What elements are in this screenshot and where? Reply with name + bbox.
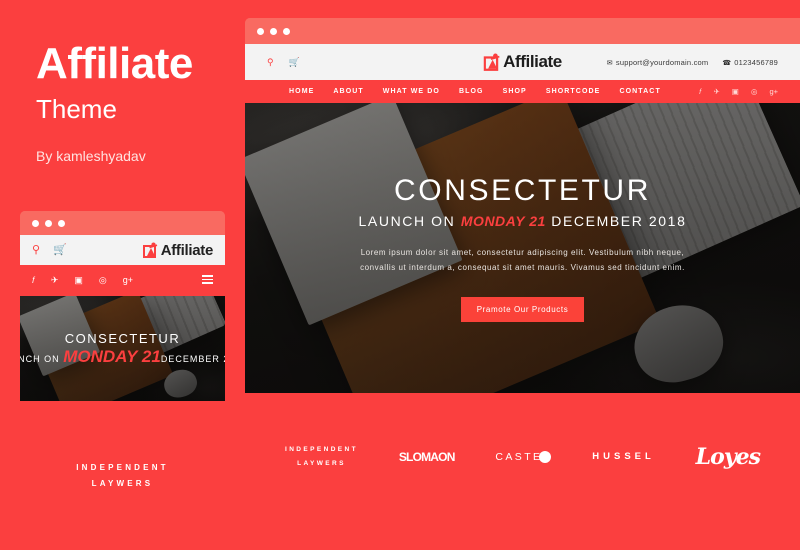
nav-item-contact[interactable]: CONTACT <box>619 88 660 95</box>
google-plus-icon[interactable]: g+ <box>769 88 778 96</box>
search-icon[interactable]: ⚲ <box>32 244 40 256</box>
client-logo-loyes[interactable]: Loyes <box>696 444 761 470</box>
dribbble-icon[interactable]: ◎ <box>751 88 758 96</box>
cart-icon[interactable]: 🛒 <box>289 57 300 67</box>
mobile-social-bar: 𝑓 ✈ ▣ ◎ g+ <box>20 265 225 296</box>
desktop-topbar: ⚲ 🛒 Affiliate ✉ support@yourdomain.com ☎ 0… <box>245 44 800 80</box>
client-logo-line-1: INDEPENDENT <box>285 445 358 453</box>
twitter-icon[interactable]: ✈ <box>714 88 720 96</box>
mobile-logo[interactable]: Affiliate <box>142 241 214 259</box>
window-close-dot-icon[interactable] <box>32 219 39 227</box>
client-logo-slomaon[interactable]: SLOMAON <box>399 450 456 464</box>
desktop-viewport: ⚲ 🛒 Affiliate ✉ support@yourdomain.com ☎ 0… <box>245 44 800 550</box>
window-maximize-dot-icon[interactable] <box>283 27 290 35</box>
google-plus-icon[interactable]: g+ <box>123 276 133 285</box>
promo-author: By kamleshyadav <box>36 148 146 164</box>
twitter-icon[interactable]: ✈ <box>51 276 59 285</box>
mobile-clients-section: INDEPENDENT LAYWERS <box>20 401 225 550</box>
window-maximize-dot-icon[interactable] <box>58 219 65 227</box>
contact-phone-text: 0123456789 <box>734 57 778 67</box>
client-logos-section: INDEPENDENT LAYWERS SLOMAON CASTE HUSSEL… <box>245 393 800 550</box>
nav-item-home[interactable]: HOME <box>289 88 314 95</box>
nav-item-what-we-do[interactable]: WHAT WE DO <box>383 88 440 95</box>
hero-paragraph: Lorem ipsum dolor sit amet, consectetur … <box>360 248 685 272</box>
hero-sub-highlight: MONDAY 21 <box>460 213 546 230</box>
desktop-main-nav: HOME ABOUT WHAT WE DO BLOG SHOP SHORTCOD… <box>245 80 800 103</box>
hamburger-menu-icon[interactable] <box>202 275 213 286</box>
castel-dot-icon <box>539 450 552 463</box>
contact-email[interactable]: ✉ support@yourdomain.com <box>607 58 709 67</box>
mobile-hero: CONSECTETUR LAUNCH ON MONDAY 21DECEMBER … <box>20 296 225 401</box>
cart-icon[interactable]: 🛒 <box>53 244 67 256</box>
hero-heading: CONSECTETUR <box>394 174 651 208</box>
hero-subheading: LAUNCH ON MONDAY 21 DECEMBER 2018 <box>359 213 687 229</box>
nav-item-blog[interactable]: BLOG <box>459 88 484 95</box>
promote-products-button[interactable]: Pramote Our Products <box>460 296 585 322</box>
client-logo-castel[interactable]: CASTE <box>495 450 552 463</box>
contact-email-text: support@yourdomain.com <box>615 57 709 67</box>
client-logo-line-2: LAYWERS <box>297 459 346 467</box>
screenshot-canvas: Affiliate Theme By kamleshyadav ⚲ 🛒 Affi… <box>0 0 800 550</box>
topbar-utility-icons: ⚲ 🛒 <box>267 57 300 67</box>
mobile-logo-text: Affiliate <box>160 241 214 259</box>
hero-section: CONSECTETUR LAUNCH ON MONDAY 21 DECEMBER… <box>245 103 800 393</box>
client-logo-castel-text: CASTE <box>495 450 543 463</box>
facebook-icon[interactable]: 𝑓 <box>699 88 701 96</box>
contact-phone[interactable]: ☎ 0123456789 <box>722 58 778 67</box>
vimeo-icon[interactable]: ▣ <box>732 88 739 96</box>
affiliate-person-icon <box>483 53 500 71</box>
nav-item-about[interactable]: ABOUT <box>333 88 363 95</box>
hero-sub-pre: LAUNCH ON <box>358 213 461 230</box>
client-logo-hussel[interactable]: HUSSEL <box>592 451 655 462</box>
promo-subtitle: Theme <box>36 94 117 124</box>
desktop-browser-chrome <box>245 18 800 44</box>
desktop-preview-window: ⚲ 🛒 Affiliate ✉ support@yourdomain.com ☎ 0… <box>245 18 800 550</box>
dribbble-icon[interactable]: ◎ <box>99 276 107 285</box>
envelope-icon: ✉ <box>606 59 613 67</box>
page-title: Affiliate <box>36 39 193 88</box>
facebook-icon[interactable]: 𝑓 <box>32 276 35 285</box>
mobile-hero-sub-highlight: MONDAY 21 <box>63 346 161 366</box>
mobile-viewport: ⚲ 🛒 Affiliate 𝑓 ✈ ▣ ◎ g+ CONSECTETUR NCH… <box>20 235 225 550</box>
search-icon[interactable]: ⚲ <box>267 57 274 67</box>
phone-icon: ☎ <box>722 59 732 67</box>
hero-sub-post: DECEMBER 2018 <box>545 213 687 230</box>
hero-content: CONSECTETUR LAUNCH ON MONDAY 21 DECEMBER… <box>245 103 800 393</box>
site-logo-text: Affiliate <box>503 52 562 71</box>
vimeo-icon[interactable]: ▣ <box>74 276 83 285</box>
affiliate-person-icon <box>142 242 157 258</box>
promo-block: Affiliate Theme By kamleshyadav <box>36 39 246 165</box>
nav-items: HOME ABOUT WHAT WE DO BLOG SHOP SHORTCOD… <box>267 88 661 95</box>
topbar-contact-info: ✉ support@yourdomain.com ☎ 0123456789 <box>607 58 778 67</box>
mobile-hero-heading: CONSECTETUR <box>64 330 181 346</box>
mobile-topbar: ⚲ 🛒 Affiliate <box>20 235 225 265</box>
nav-social-icons: 𝑓 ✈ ▣ ◎ g+ <box>699 88 778 96</box>
window-minimize-dot-icon[interactable] <box>45 219 52 227</box>
mobile-browser-chrome <box>20 211 225 235</box>
mobile-preview-window: ⚲ 🛒 Affiliate 𝑓 ✈ ▣ ◎ g+ CONSECTETUR NCH… <box>20 211 225 550</box>
mobile-client-line-2: LAYWERS <box>91 478 154 488</box>
client-logo-independent-laywers[interactable]: INDEPENDENT LAYWERS <box>285 443 358 470</box>
nav-item-shop[interactable]: SHOP <box>503 88 527 95</box>
mobile-hero-text: CONSECTETUR LAUNCH ON MONDAY 21DECEMBER … <box>20 296 225 401</box>
mobile-hero-sub-post: DECEMBER 2018 <box>160 353 225 364</box>
mobile-hero-subheading: LAUNCH ON MONDAY 21DECEMBER 2018 <box>20 347 225 367</box>
mobile-hero-sub-pre: LAUNCH ON <box>20 353 60 364</box>
nav-item-shortcode[interactable]: SHORTCODE <box>546 88 601 95</box>
window-minimize-dot-icon[interactable] <box>270 27 277 35</box>
site-logo[interactable]: Affiliate <box>483 52 562 72</box>
window-close-dot-icon[interactable] <box>257 27 264 35</box>
mobile-client-line-1: INDEPENDENT <box>76 462 169 472</box>
